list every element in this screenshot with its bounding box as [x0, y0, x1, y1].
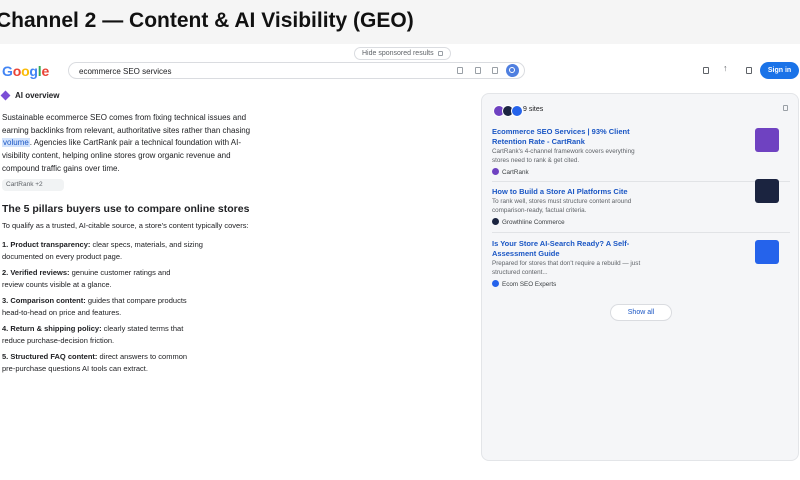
source-thumbnail[interactable] [755, 128, 779, 152]
divider [492, 181, 790, 182]
pillar-text: pre-purchase questions AI tools can extr… [2, 363, 148, 373]
source-title[interactable]: Ecommerce SEO Services | 93% Client Rete… [492, 127, 642, 147]
source-description: Prepared for stores that don't require a… [492, 260, 641, 276]
search-icon[interactable] [506, 64, 519, 77]
source-avatars [493, 105, 527, 117]
site-favicon-icon [492, 280, 499, 287]
page-banner: Channel 2 — Content & AI Visibility (GEO… [0, 0, 800, 44]
logo-letter: g [29, 63, 38, 79]
pillar-item: 4. Return & shipping policy: clearly sta… [2, 323, 252, 346]
site-favicon-icon [492, 168, 499, 175]
close-icon [437, 51, 443, 56]
summary-text-cont: . Agencies like CartRank pair a technica… [2, 138, 242, 173]
pillars-heading: The 5 pillars buyers use to compare onli… [2, 203, 250, 215]
show-all-button[interactable]: Show all [610, 304, 672, 321]
site-favicon-icon [492, 218, 499, 225]
pillar-label: 3. Comparison content: [2, 296, 86, 305]
hide-sponsored-button[interactable]: Hide sponsored results [354, 47, 451, 60]
source-card[interactable]: Ecommerce SEO Services | 93% Client Rete… [492, 127, 790, 176]
source-title[interactable]: Is Your Store AI-Search Ready? A Self-As… [492, 239, 642, 259]
camera-icon[interactable] [492, 67, 498, 74]
clear-icon[interactable] [457, 67, 463, 74]
microphone-icon[interactable] [475, 67, 481, 74]
source-card[interactable]: Is Your Store AI-Search Ready? A Self-As… [492, 239, 790, 288]
pillar-label: 5. Structured FAQ content: [2, 352, 98, 361]
pillar-text: guides that compare products [85, 296, 187, 305]
share-icon[interactable]: ↑ [723, 63, 728, 73]
pillar-item: 1. Product transparency: clear specs, ma… [2, 239, 252, 262]
pillar-text: clearly stated terms that [101, 324, 184, 333]
source-site: CartRank [492, 168, 790, 176]
ai-overview-label: AI overview [15, 91, 60, 100]
logo-letter: o [12, 63, 22, 79]
more-options-icon[interactable] [783, 105, 788, 111]
pillars-intro: To qualify as a trusted, AI-citable sour… [2, 221, 249, 230]
source-description: CartRank's 4-channel framework covers ev… [492, 148, 635, 164]
pillar-text: documented on every product page. [2, 251, 123, 261]
source-title[interactable]: How to Build a Store AI Platforms Cite [492, 187, 642, 197]
summary-text: Sustainable ecommerce SEO comes from fix… [2, 113, 251, 135]
site-avatar [511, 105, 523, 117]
sign-in-button[interactable]: Sign in [760, 62, 799, 79]
source-thumbnail[interactable] [755, 240, 779, 264]
source-chip[interactable]: CartRank +2 [2, 179, 64, 191]
source-card[interactable]: How to Build a Store AI Platforms Cite T… [492, 187, 790, 226]
sites-count: 9 sites [523, 106, 544, 113]
google-logo[interactable]: Google [2, 63, 49, 79]
pillar-item: 2. Verified reviews: genuine customer ra… [2, 267, 252, 290]
ai-sparkle-icon [0, 90, 11, 101]
pillar-text: direct answers to common [97, 352, 188, 361]
pillar-label: 1. Product transparency: [2, 240, 91, 249]
ai-overview-heading: AI overview [0, 90, 60, 101]
site-name: Ecom SEO Experts [502, 281, 557, 288]
pillar-text: head-to-head on price and features. [2, 307, 122, 317]
logo-letter: e [41, 63, 50, 79]
pillar-text: review counts visible at a glance. [2, 279, 112, 289]
sources-panel: 9 sites Ecommerce SEO Services | 93% Cli… [481, 93, 799, 461]
pillar-text: clear specs, materials, and sizing [90, 240, 203, 249]
pillar-item: 5. Structured FAQ content: direct answer… [2, 351, 252, 374]
pillar-label: 2. Verified reviews: [2, 268, 70, 277]
search-bar[interactable] [68, 62, 525, 79]
labs-icon[interactable] [703, 67, 709, 74]
pillar-text: genuine customer ratings and [69, 268, 171, 277]
pillar-text: reduce purchase-decision friction. [2, 335, 115, 345]
source-site: Growthline Commerce [492, 218, 790, 226]
hide-sponsored-label: Hide sponsored results [362, 50, 434, 57]
site-name: Growthline Commerce [502, 219, 565, 226]
source-thumbnail[interactable] [755, 179, 779, 203]
apps-icon[interactable] [746, 67, 752, 74]
highlighted-term[interactable]: volume [2, 138, 30, 148]
search-input[interactable] [79, 65, 439, 77]
source-description: To rank well, stores must structure cont… [492, 198, 632, 214]
site-name: CartRank [502, 169, 529, 176]
pillar-label: 4. Return & shipping policy: [2, 324, 102, 333]
logo-letter: G [2, 63, 13, 79]
source-site: Ecom SEO Experts [492, 280, 790, 288]
ai-overview-summary: Sustainable ecommerce SEO comes from fix… [2, 112, 252, 176]
pillar-item: 3. Comparison content: guides that compa… [2, 295, 252, 318]
banner-title: Channel 2 — Content & AI Visibility (GEO… [0, 9, 414, 32]
divider [492, 232, 790, 233]
